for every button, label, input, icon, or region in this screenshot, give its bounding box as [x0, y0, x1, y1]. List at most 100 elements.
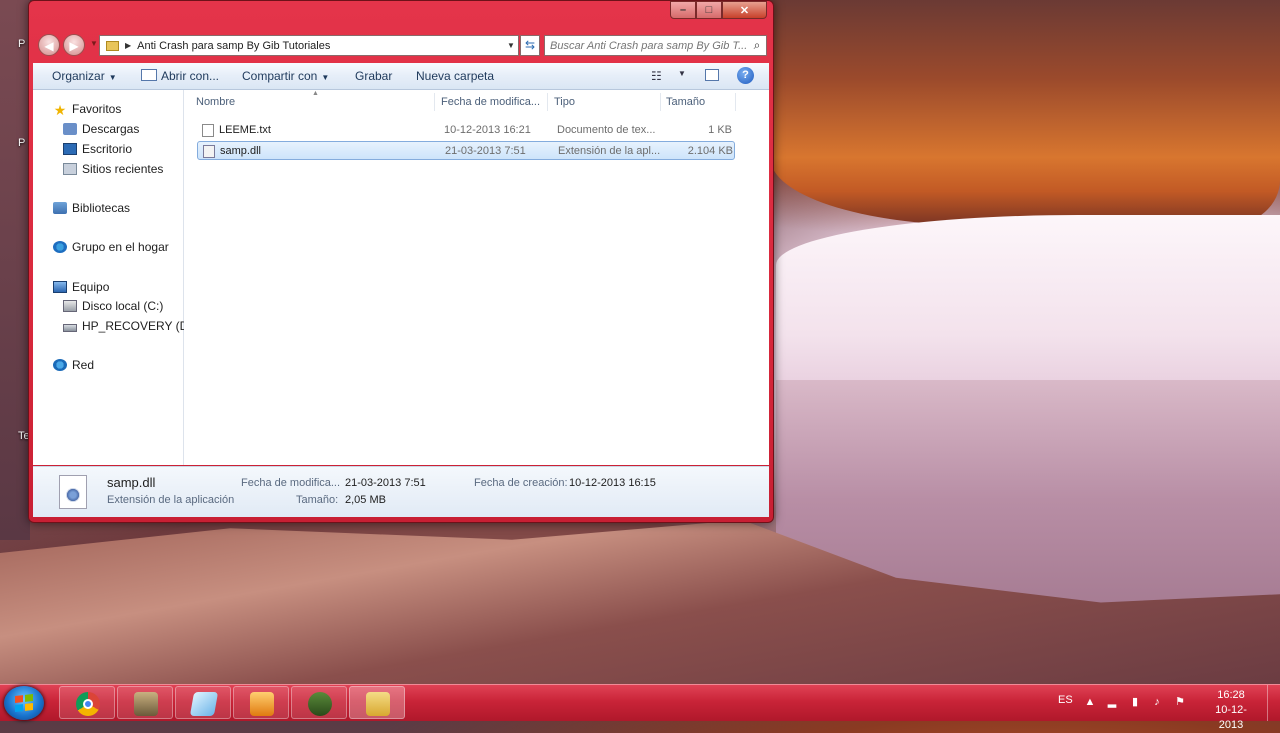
file-name: samp.dll: [220, 145, 261, 157]
details-modified-value: 21-03-2013 7:51: [345, 477, 426, 489]
taskbar-app-explorer[interactable]: [349, 686, 405, 719]
windows-app-icon: [189, 692, 219, 716]
column-divider[interactable]: [547, 93, 548, 111]
caption-buttons: – □ ✕: [670, 1, 767, 19]
back-button[interactable]: ◀: [38, 34, 60, 56]
show-desktop-button[interactable]: [1267, 685, 1280, 721]
nav-item-label: Descargas: [82, 122, 140, 136]
organize-button[interactable]: Organizar ▼: [52, 63, 117, 89]
nav-item-label: Red: [72, 358, 95, 372]
windows-logo-icon: [15, 694, 33, 712]
computer-icon: [53, 281, 67, 293]
address-row: ◀ ▶ ▼ ▶ Anti Crash para samp By Gib Tuto…: [35, 31, 767, 59]
nav-item-label: Sitios recientes: [82, 162, 164, 176]
help-icon[interactable]: ?: [737, 67, 754, 84]
clock[interactable]: 16:28 10-12-2013: [1203, 688, 1259, 733]
nav-item-disk-d[interactable]: HP_RECOVERY (D:): [63, 317, 196, 335]
open-with-button[interactable]: Abrir con...: [141, 63, 219, 89]
file-row-leeme[interactable]: LEEME.txt 10-12-2013 16:21 Documento de …: [197, 121, 735, 140]
nav-item-network[interactable]: Red: [53, 356, 94, 374]
column-divider[interactable]: [660, 93, 661, 111]
taskbar-app-windows[interactable]: [175, 686, 231, 719]
preview-pane-icon[interactable]: [705, 69, 719, 81]
downloads-folder-icon: [63, 123, 77, 135]
taskbar-app-chrome[interactable]: [59, 686, 115, 719]
share-with-label: Compartir con: [242, 69, 318, 83]
nav-item-homegroup[interactable]: Grupo en el hogar: [53, 238, 169, 256]
breadcrumb-current-folder[interactable]: Anti Crash para samp By Gib Tutoriales: [137, 40, 504, 52]
power-icon[interactable]: ▮: [1128, 695, 1142, 709]
action-center-flag-icon[interactable]: ⚑: [1173, 695, 1187, 709]
column-header-date[interactable]: Fecha de modifica...: [441, 90, 540, 114]
command-bar: Organizar ▼ Abrir con... Compartir con ▼ G…: [33, 63, 769, 90]
desktop-icon-label-fragment[interactable]: P: [18, 38, 25, 50]
nav-item-label: Grupo en el hogar: [72, 240, 169, 254]
details-size-value: 2,05 MB: [345, 494, 386, 506]
desktop-icon: [63, 143, 77, 155]
details-modified-label: Fecha de modifica...: [241, 477, 341, 489]
view-dropdown-icon[interactable]: ▼: [678, 69, 686, 78]
nav-item-recent-places[interactable]: Sitios recientes: [63, 160, 163, 178]
homegroup-icon: [53, 241, 67, 253]
nav-item-downloads[interactable]: Descargas: [63, 120, 139, 138]
signal-strength-icon[interactable]: ▂: [1105, 695, 1119, 709]
details-file-name: samp.dll: [107, 475, 156, 490]
nav-item-label: Equipo: [72, 280, 110, 294]
view-options-icon[interactable]: ☷: [651, 69, 662, 83]
details-created-label: Fecha de creación:: [474, 477, 568, 489]
nav-item-label: Disco local (C:): [82, 299, 164, 313]
star-icon: ★: [53, 102, 67, 118]
file-list: ▲ Nombre Fecha de modifica... Tipo Tamañ…: [184, 90, 769, 465]
burn-button[interactable]: Grabar: [355, 63, 392, 89]
details-pane: samp.dll Extensión de la aplicación Fech…: [33, 466, 769, 517]
start-button[interactable]: [4, 686, 44, 720]
details-size-label: Tamaño:: [296, 494, 339, 506]
recovery-drive-icon: [63, 324, 77, 332]
column-header-type[interactable]: Tipo: [554, 90, 575, 114]
nav-item-libraries[interactable]: Bibliotecas: [53, 199, 130, 217]
share-with-button[interactable]: Compartir con ▼: [242, 63, 329, 89]
chrome-icon: [76, 692, 100, 716]
nav-item-desktop[interactable]: Escritorio: [63, 140, 132, 158]
nav-item-label: Favoritos: [72, 102, 122, 116]
column-header-size[interactable]: Tamaño: [666, 90, 705, 114]
column-divider[interactable]: [735, 93, 736, 111]
refresh-button[interactable]: ⇆: [520, 35, 540, 56]
chevron-down-icon: ▼: [108, 73, 117, 82]
address-dropdown-icon[interactable]: ▼: [504, 41, 518, 50]
show-hidden-icons-icon[interactable]: ▲: [1083, 695, 1097, 709]
column-divider[interactable]: [434, 93, 435, 111]
desktop-icon-label-fragment[interactable]: P: [18, 137, 25, 149]
maximize-button[interactable]: □: [696, 1, 722, 19]
nav-item-favorites[interactable]: ★ Favoritos: [53, 100, 122, 118]
breadcrumb-chevron-icon[interactable]: ▶: [125, 41, 131, 50]
open-with-label: Abrir con...: [161, 69, 220, 83]
address-bar[interactable]: ▶ Anti Crash para samp By Gib Tutoriales…: [99, 35, 519, 56]
dll-file-icon: [203, 145, 215, 158]
file-name: LEEME.txt: [219, 124, 271, 136]
search-icon[interactable]: ⌕: [748, 38, 766, 53]
forward-button[interactable]: ▶: [63, 34, 85, 56]
file-size: 1 KB: [708, 124, 732, 136]
file-size: 2.104 KB: [687, 145, 733, 157]
recent-places-icon: [63, 163, 77, 175]
clock-date: 10-12-2013: [1215, 704, 1247, 731]
nav-item-disk-c[interactable]: Disco local (C:): [63, 297, 163, 315]
nav-item-computer[interactable]: Equipo: [53, 278, 109, 296]
search-input[interactable]: [545, 38, 748, 53]
file-date: 21-03-2013 7:51: [445, 145, 526, 157]
file-row-samp-dll[interactable]: samp.dll 21-03-2013 7:51 Extensión de la…: [197, 141, 735, 160]
minimize-button[interactable]: –: [670, 1, 696, 19]
clock-time: 16:28: [1217, 689, 1245, 701]
column-header-name[interactable]: Nombre: [196, 90, 235, 114]
taskbar-app-recorder[interactable]: [291, 686, 347, 719]
language-indicator[interactable]: ES: [1058, 685, 1073, 721]
new-folder-button[interactable]: Nueva carpeta: [416, 63, 494, 89]
recent-pages-dropdown[interactable]: ▼: [90, 39, 98, 48]
search-box[interactable]: ⌕: [544, 35, 767, 56]
taskbar-app-game[interactable]: [117, 686, 173, 719]
nav-item-label: Escritorio: [82, 142, 133, 156]
volume-icon[interactable]: ♪: [1150, 695, 1164, 709]
taskbar-app-media-player[interactable]: [233, 686, 289, 719]
close-button[interactable]: ✕: [722, 1, 767, 19]
